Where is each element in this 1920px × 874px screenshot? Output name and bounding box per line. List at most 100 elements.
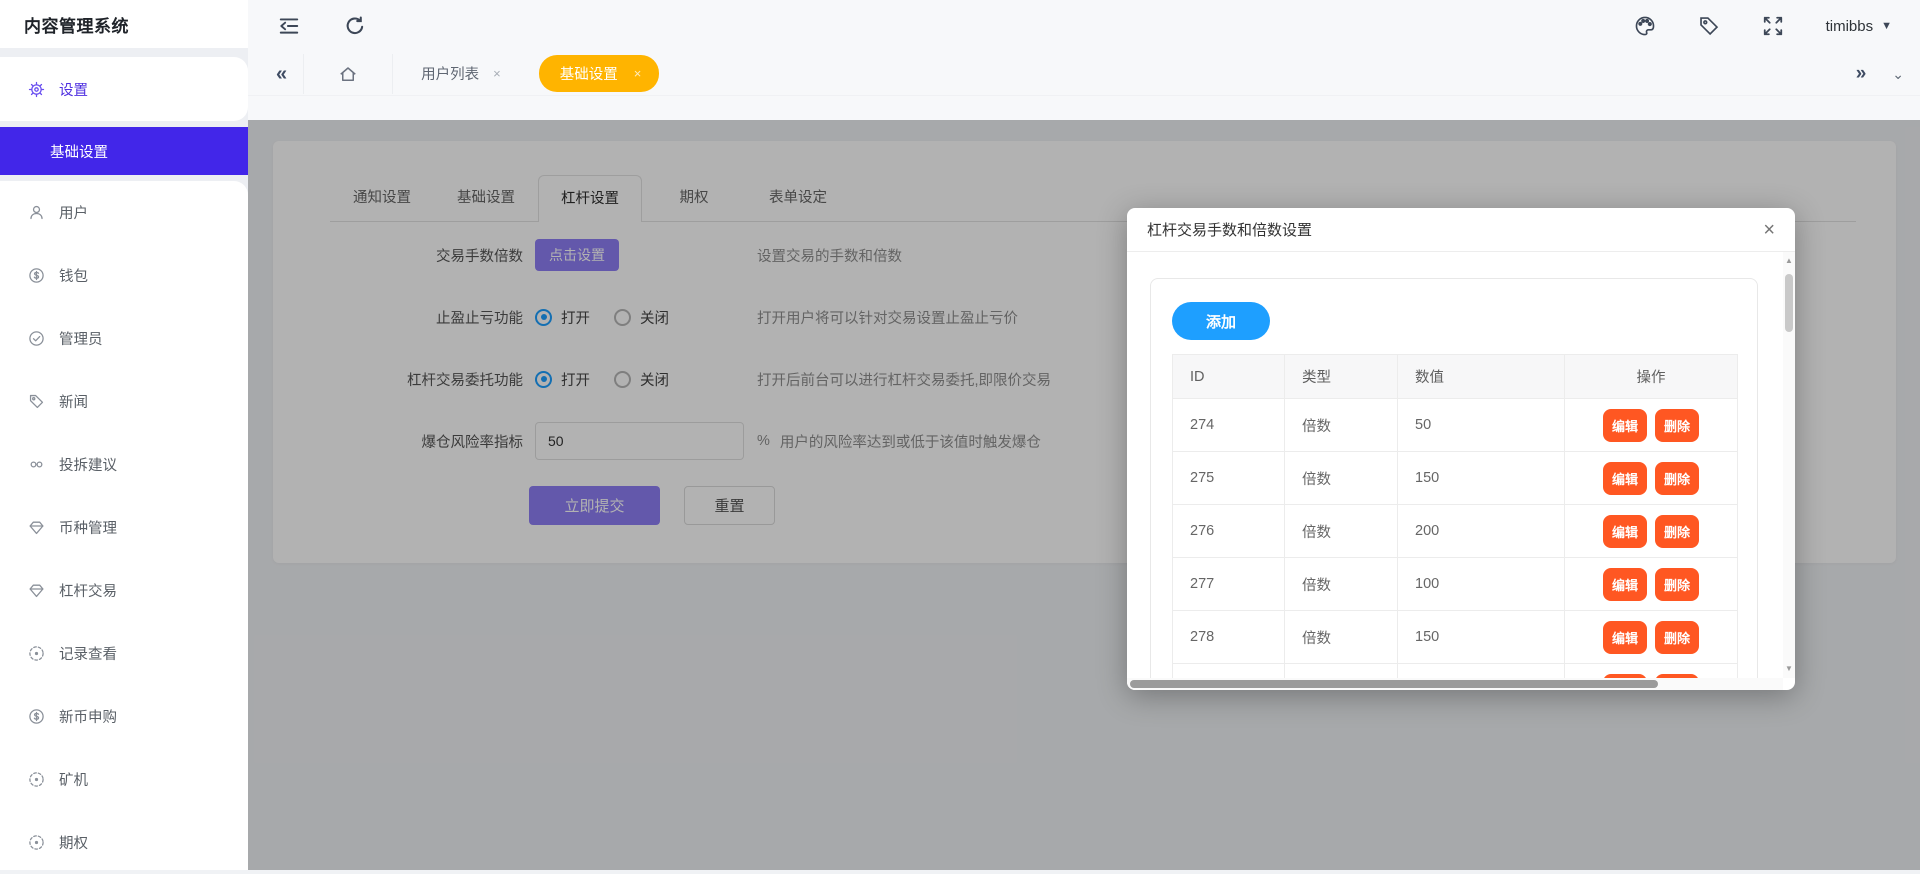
divider [303, 54, 304, 94]
sidebar-item-期权[interactable]: 期权 [0, 811, 248, 874]
circle-check-icon [28, 330, 45, 347]
edit-button[interactable]: 编辑 [1603, 568, 1647, 601]
table-cell: 274 [1173, 399, 1285, 452]
sidebar-item-label: 矿机 [59, 769, 88, 790]
sidebar-item-basic-settings[interactable]: 基础设置 [0, 127, 248, 175]
collapse-sidebar-icon[interactable] [278, 15, 300, 37]
table-row: 276倍数200编辑删除 [1173, 505, 1738, 558]
sidebar-item-label: 记录查看 [59, 643, 117, 664]
delete-button[interactable]: 删除 [1655, 568, 1699, 601]
table-cell: 100 [1398, 558, 1565, 611]
sidebar-item-管理员[interactable]: 管理员 [0, 307, 248, 370]
sidebar-item-新闻[interactable]: 新闻 [0, 370, 248, 433]
username: timibbs [1826, 18, 1874, 35]
aim-icon [28, 645, 45, 662]
sidebar-item-钱包[interactable]: 钱包 [0, 244, 248, 307]
close-icon[interactable]: × [493, 66, 501, 81]
sidebar-item-settings[interactable]: 设置 [0, 57, 88, 121]
table-row: 277倍数100 编辑删除 [1173, 558, 1738, 611]
home-icon[interactable] [338, 64, 358, 84]
delete-button[interactable]: 删除 [1655, 462, 1699, 495]
table-cell: 倍数 [1285, 505, 1398, 558]
table-row: 275倍数150 编辑删除 [1173, 452, 1738, 505]
sidebar-item-新币申购[interactable]: 新币申购 [0, 685, 248, 748]
sidebar-item-label: 钱包 [59, 265, 88, 286]
tags-menu-chevron-icon[interactable]: ⌄ [1892, 66, 1904, 83]
tags-scroll-left-icon[interactable]: « [248, 64, 303, 84]
fullscreen-icon[interactable] [1762, 15, 1784, 37]
sidebar-item-label: 期权 [59, 832, 88, 853]
sidebar-item-杠杆交易[interactable]: 杠杆交易 [0, 559, 248, 622]
leverage-settings-modal: 杠杆交易手数和倍数设置 × 添加 ID类型数值操作 274倍数50编辑删除275… [1127, 208, 1795, 690]
table-cell: 278 [1173, 611, 1285, 664]
aim-icon [28, 771, 45, 788]
table-cell: 277 [1173, 558, 1285, 611]
sidebar-group-settings: 设置 [0, 57, 248, 121]
edit-button[interactable]: 编辑 [1603, 515, 1647, 548]
close-icon[interactable]: × [634, 66, 642, 81]
table-cell: 276 [1173, 505, 1285, 558]
table-row: 278倍数150 编辑删除 [1173, 611, 1738, 664]
tag-tab-user-list[interactable]: 用户列表 × [393, 63, 523, 84]
modal-close-icon[interactable]: × [1763, 220, 1775, 240]
tag-icon [28, 393, 45, 410]
sidebar-menu: 用户钱包管理员新闻投拆建议币种管理杠杆交易记录查看新币申购矿机期权 [0, 181, 248, 870]
table-cell: 倍数 [1285, 399, 1398, 452]
tags-scroll-right-icon[interactable]: » [1856, 63, 1867, 85]
leverage-table: ID类型数值操作 274倍数50编辑删除275倍数150编辑删除276倍数200… [1172, 354, 1738, 690]
table-cell: 150 [1398, 452, 1565, 505]
dollar-circle-icon [28, 708, 45, 725]
sidebar-item-记录查看[interactable]: 记录查看 [0, 622, 248, 685]
palette-icon[interactable] [1634, 15, 1656, 37]
edit-button[interactable]: 编辑 [1603, 621, 1647, 654]
sidebar-item-label: 基础设置 [50, 141, 108, 162]
table-cell: 150 [1398, 611, 1565, 664]
edit-button[interactable]: 编辑 [1603, 462, 1647, 495]
gear-icon [28, 81, 45, 98]
horizontal-scrollbar[interactable] [1127, 678, 1783, 690]
table-cell: 50 [1398, 399, 1565, 452]
sidebar-item-label: 投拆建议 [59, 454, 117, 475]
top-header: timibbs ▼ « 用户列表 × 基础设置 × » ⌄ [248, 0, 1920, 120]
tag-label: 基础设置 [560, 63, 618, 84]
sidebar-item-币种管理[interactable]: 币种管理 [0, 496, 248, 559]
user-icon [28, 204, 45, 221]
delete-button[interactable]: 删除 [1655, 409, 1699, 442]
sidebar-item-用户[interactable]: 用户 [0, 181, 248, 244]
table-cell: 倍数 [1285, 452, 1398, 505]
sidebar-item-label: 用户 [59, 202, 88, 223]
vertical-scrollbar[interactable]: ▲ ▼ [1783, 252, 1795, 678]
table-header-数值: 数值 [1398, 355, 1565, 399]
modal-title: 杠杆交易手数和倍数设置 [1147, 219, 1312, 240]
delete-button[interactable]: 删除 [1655, 621, 1699, 654]
tag-tab-basic-settings-active[interactable]: 基础设置 × [539, 55, 660, 92]
modal-inner-card: 添加 ID类型数值操作 274倍数50编辑删除275倍数150编辑删除276倍数… [1150, 278, 1758, 690]
sidebar-item-label: 新币申购 [59, 706, 117, 727]
user-menu[interactable]: timibbs ▼ [1826, 18, 1892, 35]
sidebar: 内容管理系统 设置 基础设置 用户钱包管理员新闻投拆建议币种管理杠杆交易记录查看… [0, 0, 248, 870]
table-header-操作: 操作 [1565, 355, 1738, 399]
delete-button[interactable]: 删除 [1655, 515, 1699, 548]
sidebar-item-label: 新闻 [59, 391, 88, 412]
table-cell: 275 [1173, 452, 1285, 505]
scroll-up-icon[interactable]: ▲ [1783, 254, 1795, 268]
sidebar-item-矿机[interactable]: 矿机 [0, 748, 248, 811]
edit-button[interactable]: 编辑 [1603, 409, 1647, 442]
table-cell: 倍数 [1285, 558, 1398, 611]
sidebar-item-label: 设置 [59, 79, 88, 100]
sidebar-item-投拆建议[interactable]: 投拆建议 [0, 433, 248, 496]
sidebar-item-label: 杠杆交易 [59, 580, 117, 601]
aim-icon [28, 834, 45, 851]
tag-icon[interactable] [1698, 15, 1720, 37]
app-logo: 内容管理系统 [0, 0, 248, 48]
table-cell: 倍数 [1285, 611, 1398, 664]
sidebar-item-label: 管理员 [59, 328, 103, 349]
header-toolbar: timibbs ▼ [248, 0, 1920, 52]
add-button[interactable]: 添加 [1172, 302, 1270, 340]
horizontal-scroll-thumb[interactable] [1130, 680, 1658, 688]
dollar-circle-icon [28, 267, 45, 284]
table-header-类型: 类型 [1285, 355, 1398, 399]
scroll-down-icon[interactable]: ▼ [1783, 662, 1795, 676]
refresh-icon[interactable] [344, 15, 366, 37]
vertical-scroll-thumb[interactable] [1785, 274, 1793, 332]
